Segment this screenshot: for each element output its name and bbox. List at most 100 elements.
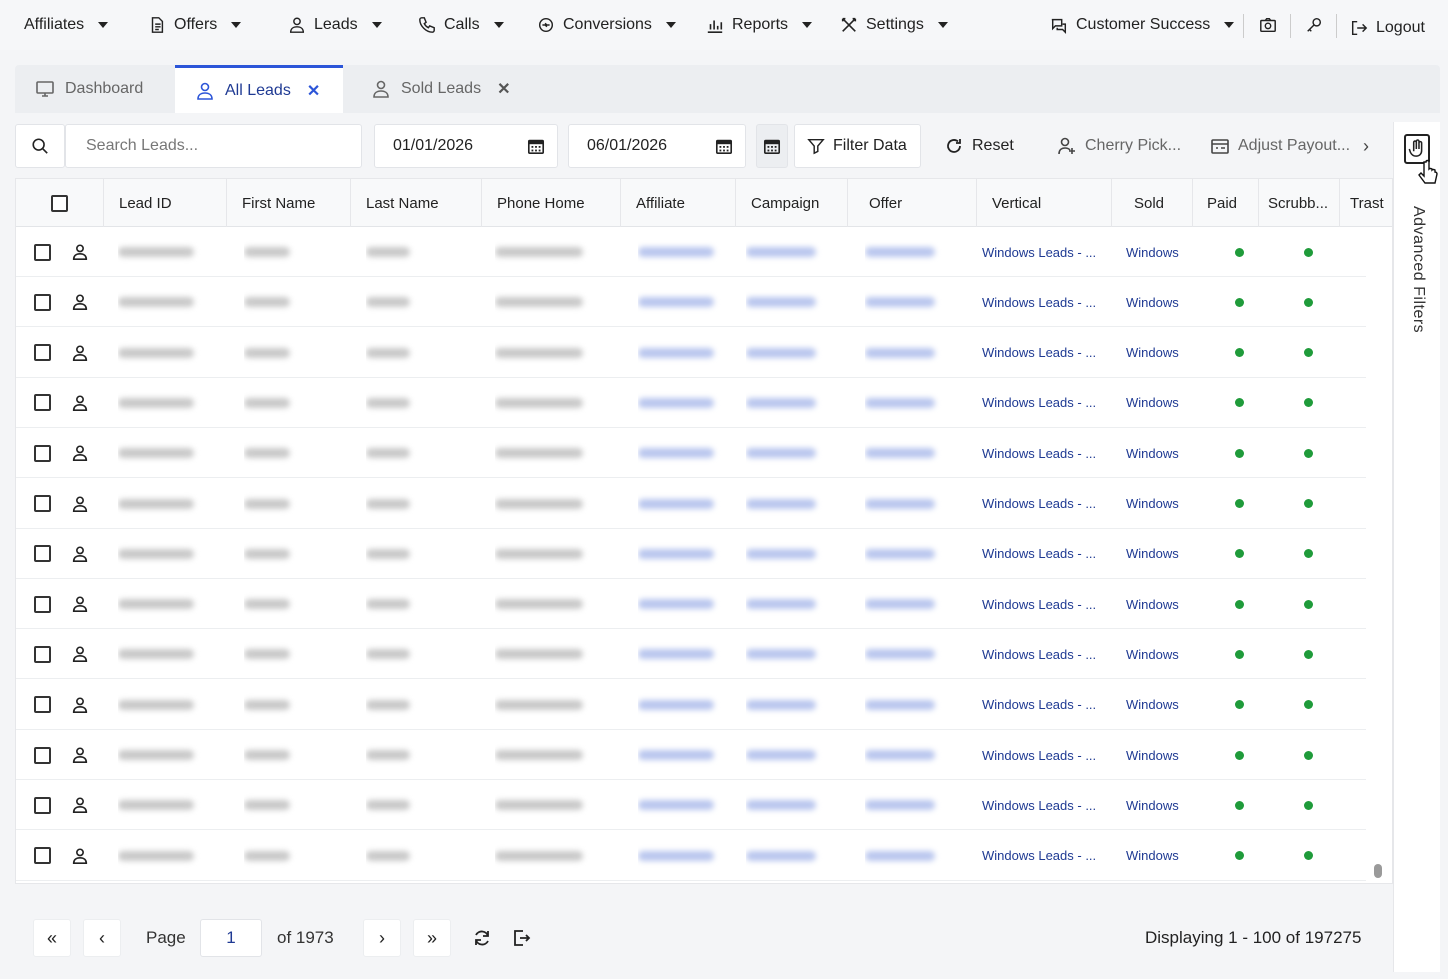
vertical-cell[interactable]: Windows Leads - ... bbox=[982, 428, 1107, 478]
vertical-cell[interactable]: Windows Leads - ... bbox=[982, 629, 1107, 679]
select-all-checkbox[interactable] bbox=[51, 194, 68, 212]
column-header[interactable]: Scrubb... bbox=[1259, 179, 1340, 227]
cherry-pick-button[interactable]: Cherry Pick... bbox=[1057, 124, 1181, 168]
column-header[interactable]: Last Name bbox=[351, 179, 482, 227]
row-checkbox[interactable] bbox=[34, 545, 51, 563]
date-to-field[interactable]: 06/01/2026 bbox=[568, 124, 746, 168]
search-input[interactable]: Search Leads... bbox=[65, 124, 362, 168]
column-header[interactable]: First Name bbox=[227, 179, 351, 227]
export-button[interactable] bbox=[511, 919, 531, 957]
row-checkbox[interactable] bbox=[34, 645, 51, 663]
sold-cell[interactable]: Windows bbox=[1126, 227, 1196, 277]
lead-profile-button[interactable] bbox=[71, 680, 91, 730]
vertical-cell[interactable]: Windows Leads - ... bbox=[982, 277, 1107, 327]
vertical-cell[interactable]: Windows Leads - ... bbox=[982, 479, 1107, 529]
sold-cell[interactable]: Windows bbox=[1126, 529, 1196, 579]
column-header[interactable]: Vertical bbox=[977, 179, 1112, 227]
close-icon[interactable]: ✕ bbox=[497, 79, 510, 99]
table-row[interactable]: Windows Leads - ... Windows bbox=[16, 378, 1366, 428]
vertical-cell[interactable]: Windows Leads - ... bbox=[982, 780, 1107, 830]
lead-profile-button[interactable] bbox=[71, 831, 91, 881]
advanced-filters-label[interactable]: Advanced Filters bbox=[1409, 206, 1427, 333]
lead-profile-button[interactable] bbox=[71, 629, 91, 679]
sold-cell[interactable]: Windows bbox=[1126, 328, 1196, 378]
table-row[interactable]: Windows Leads - ... Windows bbox=[16, 730, 1366, 780]
sold-cell[interactable]: Windows bbox=[1126, 730, 1196, 780]
column-header[interactable]: Paid bbox=[1193, 179, 1259, 227]
row-checkbox[interactable] bbox=[34, 847, 51, 865]
sold-cell[interactable]: Windows bbox=[1126, 579, 1196, 629]
search-button[interactable] bbox=[15, 124, 65, 168]
column-header[interactable]: Lead ID bbox=[104, 179, 227, 227]
sold-cell[interactable]: Windows bbox=[1126, 479, 1196, 529]
nav-offers[interactable]: Offers bbox=[148, 12, 242, 38]
page-number-input[interactable]: 1 bbox=[200, 919, 262, 957]
lead-profile-button[interactable] bbox=[71, 227, 91, 277]
row-checkbox[interactable] bbox=[34, 796, 51, 814]
row-checkbox[interactable] bbox=[34, 746, 51, 764]
vertical-cell[interactable]: Windows Leads - ... bbox=[982, 227, 1107, 277]
sold-cell[interactable]: Windows bbox=[1126, 680, 1196, 730]
calendar-icon[interactable] bbox=[527, 137, 545, 155]
first-page-button[interactable]: « bbox=[33, 919, 71, 957]
nav-settings[interactable]: Settings bbox=[840, 12, 948, 38]
row-checkbox[interactable] bbox=[34, 243, 51, 261]
column-header[interactable]: Trast bbox=[1340, 179, 1392, 227]
date-range-button[interactable] bbox=[756, 124, 788, 168]
table-row[interactable]: Windows Leads - ... Windows bbox=[16, 529, 1366, 579]
sold-cell[interactable]: Windows bbox=[1126, 831, 1196, 881]
table-row[interactable]: Windows Leads - ... Windows bbox=[16, 479, 1366, 529]
prev-page-button[interactable]: ‹ bbox=[83, 919, 121, 957]
nav-leads[interactable]: Leads bbox=[288, 12, 382, 38]
next-page-button[interactable]: › bbox=[363, 919, 401, 957]
row-checkbox[interactable] bbox=[34, 495, 51, 512]
adjust-payout-button[interactable]: Adjust Payout... bbox=[1210, 124, 1350, 168]
sold-cell[interactable]: Windows bbox=[1126, 378, 1196, 428]
lead-profile-button[interactable] bbox=[71, 277, 91, 327]
lead-profile-button[interactable] bbox=[71, 579, 91, 629]
sold-cell[interactable]: Windows bbox=[1126, 277, 1196, 327]
sold-cell[interactable]: Windows bbox=[1126, 428, 1196, 478]
scrollbar-thumb[interactable] bbox=[1374, 864, 1382, 878]
column-header[interactable]: Campaign bbox=[736, 179, 848, 227]
table-row[interactable]: Windows Leads - ... Windows bbox=[16, 227, 1366, 277]
row-checkbox[interactable] bbox=[34, 293, 51, 311]
nav-calls[interactable]: Calls bbox=[418, 12, 504, 38]
tab-sold-leads[interactable]: Sold Leads ✕ bbox=[351, 65, 531, 113]
row-checkbox[interactable] bbox=[34, 696, 51, 714]
lead-profile-button[interactable] bbox=[71, 428, 91, 478]
table-row[interactable]: Windows Leads - ... Windows bbox=[16, 428, 1366, 479]
column-header[interactable]: Phone Home bbox=[482, 179, 621, 227]
lead-profile-button[interactable] bbox=[71, 328, 91, 378]
table-row[interactable]: Windows Leads - ... Windows bbox=[16, 680, 1366, 730]
toolbar-scroll-right[interactable]: › bbox=[1363, 124, 1369, 168]
date-from-field[interactable]: 01/01/2026 bbox=[374, 124, 558, 168]
calendar-icon[interactable] bbox=[715, 137, 733, 155]
row-checkbox[interactable] bbox=[34, 394, 51, 412]
screenshot-button[interactable] bbox=[1259, 12, 1277, 38]
lead-profile-button[interactable] bbox=[71, 780, 91, 830]
reset-button[interactable]: Reset bbox=[944, 124, 1014, 168]
tab-dashboard[interactable]: Dashboard bbox=[15, 65, 175, 113]
last-page-button[interactable]: » bbox=[413, 919, 451, 957]
nav-affiliates[interactable]: Affiliates bbox=[24, 12, 109, 38]
table-row[interactable]: Windows Leads - ... Windows bbox=[16, 328, 1366, 378]
row-checkbox[interactable] bbox=[34, 344, 51, 362]
row-checkbox[interactable] bbox=[34, 444, 51, 462]
sold-cell[interactable]: Windows bbox=[1126, 780, 1196, 830]
close-icon[interactable]: ✕ bbox=[307, 81, 320, 101]
nav-conversions[interactable]: Conversions bbox=[537, 12, 676, 38]
table-row[interactable]: Windows Leads - ... Windows bbox=[16, 780, 1366, 831]
refresh-button[interactable] bbox=[472, 919, 492, 957]
column-header[interactable]: Offer bbox=[848, 179, 977, 227]
account-menu[interactable]: Customer Success bbox=[1050, 12, 1235, 38]
lead-profile-button[interactable] bbox=[71, 479, 91, 529]
vertical-cell[interactable]: Windows Leads - ... bbox=[982, 730, 1107, 780]
logout-button[interactable]: Logout bbox=[1350, 15, 1425, 41]
lead-profile-button[interactable] bbox=[71, 529, 91, 579]
vertical-cell[interactable]: Windows Leads - ... bbox=[982, 680, 1107, 730]
column-header[interactable]: Sold bbox=[1112, 179, 1193, 227]
nav-reports[interactable]: Reports bbox=[706, 12, 813, 38]
lead-profile-button[interactable] bbox=[71, 730, 91, 780]
row-checkbox[interactable] bbox=[34, 595, 51, 613]
